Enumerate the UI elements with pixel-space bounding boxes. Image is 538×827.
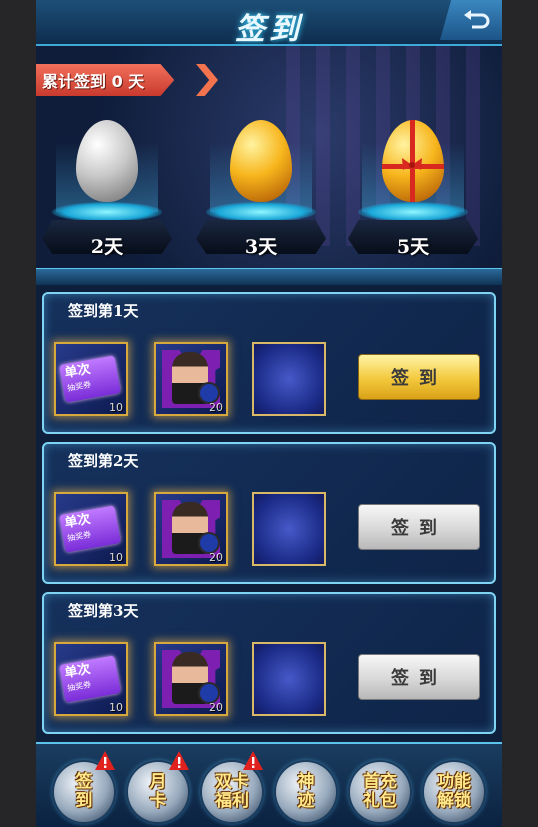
section-divider (36, 268, 502, 285)
tab-feature-unlock[interactable]: 功能 解锁 (424, 762, 484, 822)
sign-in-panel: 签到 累计签到 0 天 2天 3天 5天 签到第1天 单次 抽奖券 10 20 … (36, 0, 502, 827)
empty-reward-slot (252, 492, 326, 566)
tab-label: 首充 礼包 (363, 772, 397, 811)
milestone-label: 3天 (244, 236, 278, 258)
reward-count: 10 (109, 551, 123, 564)
alert-badge-icon (95, 751, 115, 770)
empty-reward-slot (252, 642, 326, 716)
sign-in-button[interactable]: 签到 (358, 504, 480, 550)
alert-badge-icon (169, 751, 189, 770)
lottery-ticket-reward[interactable]: 单次 抽奖券 10 (54, 492, 128, 566)
sign-in-button[interactable]: 签到 (358, 654, 480, 700)
tab-label: 功能 解锁 (437, 772, 471, 811)
tab-label: 双卡 福利 (215, 772, 249, 811)
tab-label: 月卡 (149, 772, 167, 811)
silver-egg-icon (76, 120, 138, 202)
ticket-icon: 单次 抽奖券 (59, 355, 121, 403)
tab-label: 神迹 (297, 772, 315, 811)
lottery-ticket-reward[interactable]: 单次 抽奖券 10 (54, 342, 128, 416)
header-bar: 签到 (36, 0, 502, 47)
tab-double-card-benefits[interactable]: 双卡 福利 (202, 751, 263, 822)
portrait-card-reward[interactable]: 20 (154, 642, 228, 716)
day-row-2: 签到第2天 单次 抽奖券 10 20 签到 (42, 442, 496, 584)
return-arrow-icon (464, 10, 490, 29)
alert-badge-icon (243, 751, 263, 770)
reward-count: 10 (109, 401, 123, 414)
lottery-ticket-reward[interactable]: 单次 抽奖券 10 (54, 642, 128, 716)
day-title: 签到第2天 (68, 452, 139, 470)
tab-label: 签到 (75, 772, 93, 811)
portrait-card-reward[interactable]: 20 (154, 492, 228, 566)
tab-monthly-card[interactable]: 月卡 (128, 751, 189, 822)
reward-count: 20 (209, 701, 223, 714)
day-title: 签到第3天 (68, 602, 139, 620)
empty-reward-slot (252, 342, 326, 416)
portrait-card-reward[interactable]: 20 (154, 342, 228, 416)
bottom-tab-bar: 签到 月卡 双卡 福利 神迹 首充 礼包 功能 解锁 (36, 742, 502, 827)
tab-sign-in[interactable]: 签到 (54, 751, 115, 822)
milestone-5-days[interactable]: 5天 (344, 116, 484, 266)
milestone-banner: 累计签到 0 天 2天 3天 5天 (36, 46, 502, 268)
milestone-label: 5天 (396, 236, 430, 258)
day-row-1: 签到第1天 单次 抽奖券 10 20 签到 (42, 292, 496, 434)
tab-miracle[interactable]: 神迹 (276, 762, 336, 822)
milestone-label: 2天 (90, 236, 124, 258)
ticket-icon: 单次 抽奖券 (59, 655, 121, 703)
streak-counter: 累计签到 0 天 (36, 64, 175, 96)
reward-count: 20 (209, 551, 223, 564)
gift-egg-icon (382, 120, 444, 202)
reward-count: 20 (209, 401, 223, 414)
milestone-3-days[interactable]: 3天 (192, 116, 332, 266)
gold-egg-icon (230, 120, 292, 202)
milestone-2-days[interactable]: 2天 (38, 116, 178, 266)
sign-in-button[interactable]: 签到 (358, 354, 480, 400)
day-row-3: 签到第3天 单次 抽奖券 10 20 签到 (42, 592, 496, 734)
page-title: 签到 (235, 12, 303, 47)
reward-count: 10 (109, 701, 123, 714)
tab-first-recharge-pack[interactable]: 首充 礼包 (350, 762, 410, 822)
day-title: 签到第1天 (68, 302, 139, 320)
ticket-icon: 单次 抽奖券 (59, 505, 121, 553)
streak-arrow-icon (196, 64, 218, 96)
